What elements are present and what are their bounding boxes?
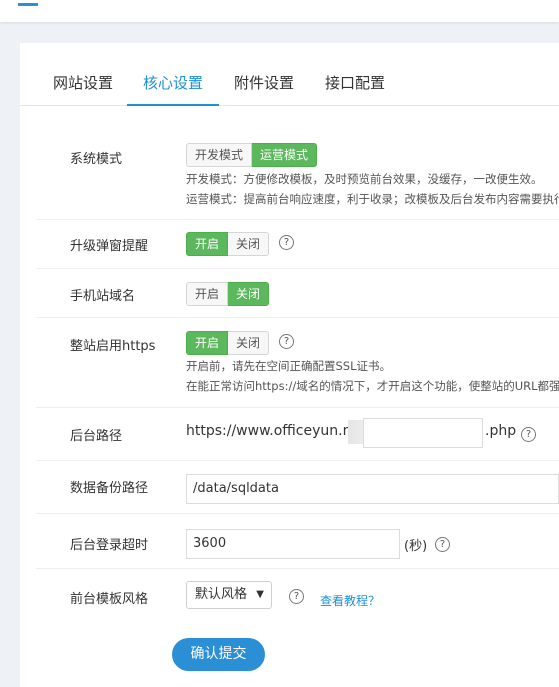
https-on-button[interactable]: 开启 (186, 331, 229, 355)
submit-button[interactable]: 确认提交 (172, 638, 265, 671)
row-template-style: 前台模板风格 默认风格 ▼ ? 查看教程？ (36, 569, 559, 624)
mobile-domain-label: 手机站域名 (70, 289, 136, 304)
upgrade-popup-on-button[interactable]: 开启 (186, 232, 229, 256)
https-label: 整站启用https (70, 339, 156, 354)
prod-mode-button[interactable]: 运营模式 (252, 143, 318, 167)
https-off-button[interactable]: 关闭 (228, 331, 270, 355)
login-timeout-input[interactable]: 3600 (186, 529, 400, 559)
dev-mode-note: 开发模式：方便修改模板，及时预览前台效果，没缓存，一改便生效。 (186, 172, 543, 186)
tab-website-settings[interactable]: 网站设置 (52, 43, 114, 105)
template-style-selected: 默认风格 (195, 587, 248, 602)
https-note-ssl: 开启前，请先在空间正确配置SSL证书。 (186, 359, 392, 373)
tab-core-settings[interactable]: 核心设置 (127, 43, 219, 106)
help-icon[interactable]: ? (435, 537, 450, 552)
https-toggle: 开启 关闭 (186, 331, 270, 355)
menu-icon[interactable] (18, 3, 38, 6)
backup-path-input[interactable]: /data/sqldata (186, 474, 559, 504)
seconds-unit: (秒) (404, 539, 428, 554)
tab-api-config[interactable]: 接口配置 (324, 43, 386, 105)
admin-path-prefix: https://www.officeyun.n (186, 423, 352, 439)
upgrade-popup-toggle: 开启 关闭 (186, 232, 270, 256)
template-style-select[interactable]: 默认风格 ▼ (186, 581, 272, 609)
https-note-url: 在能正常访问https://域名的情况下，才开启这个功能，使整站的URL都强 (186, 379, 559, 393)
admin-path-input[interactable] (363, 418, 483, 448)
system-mode-toggle: 开发模式 运营模式 (186, 143, 318, 167)
row-upgrade-popup: 升级弹窗提醒 开启 关闭 ? (36, 220, 559, 269)
mobile-domain-off-button[interactable]: 关闭 (228, 282, 270, 306)
mobile-domain-toggle: 开启 关闭 (186, 282, 270, 306)
system-mode-label: 系统模式 (70, 152, 123, 167)
admin-path-suffix: .php (485, 423, 517, 439)
row-mobile-domain: 手机站域名 开启 关闭 (36, 269, 559, 318)
tab-attachment-settings[interactable]: 附件设置 (233, 43, 295, 105)
mobile-domain-on-button[interactable]: 开启 (186, 282, 229, 306)
help-icon[interactable]: ? (289, 589, 304, 604)
settings-panel: 网站设置 核心设置 附件设置 接口配置 系统模式 开发模式 运营模式 开发模式：… (20, 43, 559, 687)
row-system-mode: 系统模式 开发模式 运营模式 开发模式：方便修改模板，及时预览前台效果，没缓存，… (36, 128, 559, 220)
upgrade-popup-off-button[interactable]: 关闭 (228, 232, 270, 256)
template-style-label: 前台模板风格 (70, 592, 149, 607)
help-icon[interactable]: ? (279, 334, 294, 349)
help-icon[interactable]: ? (279, 235, 294, 250)
row-admin-path: 后台路径 https://www.officeyun.n .php ? (36, 408, 559, 461)
row-login-timeout: 后台登录超时 3600 (秒) ? (36, 514, 559, 569)
settings-tabs: 网站设置 核心设置 附件设置 接口配置 (20, 43, 559, 106)
row-https: 整站启用https 开启 关闭 ? 开启前，请先在空间正确配置SSL证书。 在能… (36, 318, 559, 408)
prod-mode-note: 运营模式：提高前台响应速度，利于收录；改模板及后台发布内容需要执行 (186, 192, 559, 206)
view-tutorial-link[interactable]: 查看教程？ (320, 592, 380, 609)
admin-path-label: 后台路径 (70, 429, 123, 444)
row-backup-path: 数据备份路径 /data/sqldata (36, 461, 559, 514)
login-timeout-label: 后台登录超时 (70, 538, 149, 553)
top-bar (0, 0, 559, 22)
backup-path-label: 数据备份路径 (70, 481, 149, 496)
upgrade-popup-label: 升级弹窗提醒 (70, 239, 149, 254)
help-icon[interactable]: ? (521, 427, 536, 442)
dev-mode-button[interactable]: 开发模式 (186, 143, 253, 167)
chevron-down-icon: ▼ (256, 589, 264, 600)
